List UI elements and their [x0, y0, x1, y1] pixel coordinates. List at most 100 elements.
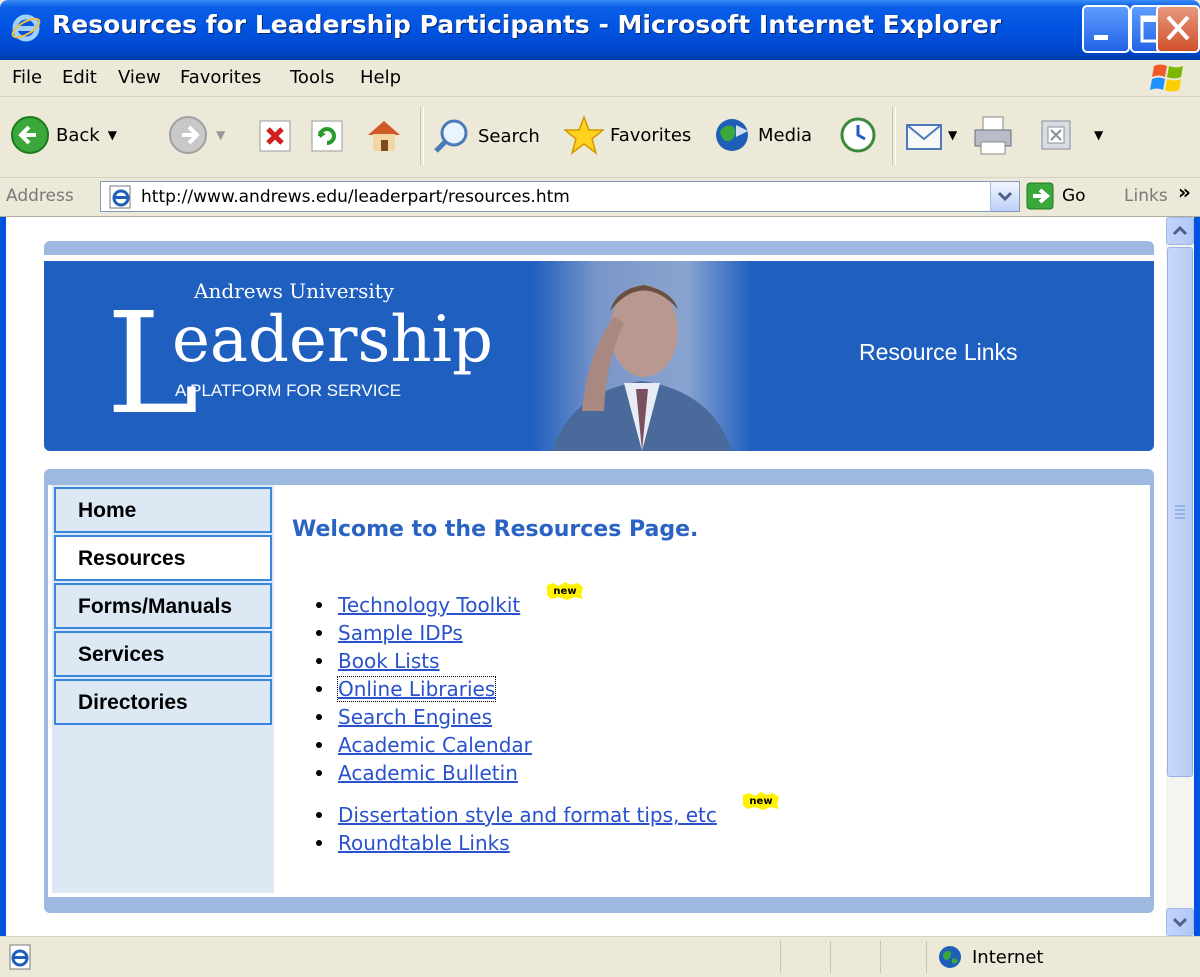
forward-arrow-icon: [169, 116, 207, 154]
list-item: Dissertation style and format tips, etc …: [316, 792, 781, 827]
list-item: Online Libraries: [316, 676, 497, 702]
links-label[interactable]: Links: [1124, 186, 1168, 206]
menu-help[interactable]: Help: [360, 67, 401, 88]
history-icon[interactable]: [838, 115, 878, 155]
go-arrow-icon: [1026, 182, 1054, 210]
scroll-down-button[interactable]: [1166, 908, 1194, 936]
list-item: Technology Toolkit new: [316, 582, 585, 617]
menu-view[interactable]: View: [118, 67, 161, 88]
logo-text: eadership: [172, 303, 493, 377]
go-label: Go: [1062, 186, 1086, 206]
menu-file[interactable]: File: [12, 67, 42, 88]
back-label: Back: [56, 124, 100, 146]
thinking-man-photo: [532, 261, 752, 451]
internet-globe-icon: [939, 946, 961, 968]
search-icon: [434, 119, 468, 153]
link-online-libraries[interactable]: Online Libraries: [336, 676, 497, 702]
address-input[interactable]: http://www.andrews.edu/leaderpart/resour…: [100, 181, 1020, 212]
back-button[interactable]: Back ▼: [10, 115, 117, 155]
sidebar-nav: Home Resources Forms/Manuals Services Di…: [52, 485, 274, 893]
university-name: Andrews University: [194, 279, 395, 303]
browser-viewport: Andrews University L eadership A PLATFOR…: [0, 217, 1200, 936]
go-button[interactable]: Go: [1026, 182, 1086, 210]
list-item: Academic Bulletin: [316, 761, 518, 785]
close-button[interactable]: [1156, 5, 1200, 53]
bullet: [316, 602, 322, 608]
print-icon[interactable]: [972, 115, 1016, 157]
logo-tagline: A PLATFORM FOR SERVICE: [175, 381, 402, 400]
link-sample-idps[interactable]: Sample IDPs: [338, 621, 463, 645]
content-top-strip: [44, 469, 1154, 485]
edit-button[interactable]: ▼: [1040, 119, 1103, 151]
mail-dropdown-icon[interactable]: ▼: [948, 128, 957, 142]
leadership-banner: Andrews University L eadership A PLATFOR…: [44, 261, 1154, 451]
status-pane: [880, 941, 881, 973]
bullet: [316, 686, 322, 692]
window-title: Resources for Leadership Participants - …: [52, 10, 1002, 39]
status-pane: [780, 941, 781, 973]
back-arrow-icon: [11, 116, 49, 154]
section-title: Resource Links: [859, 339, 1018, 365]
page-ie-icon: [109, 185, 131, 209]
link-dissertation-tips[interactable]: Dissertation style and format tips, etc: [338, 803, 717, 827]
edit-page-icon: [1041, 120, 1071, 150]
bullet: [316, 770, 322, 776]
bullet: [316, 840, 322, 846]
address-label: Address: [6, 186, 74, 206]
refresh-icon[interactable]: [310, 119, 344, 153]
link-technology-toolkit[interactable]: Technology Toolkit: [338, 593, 520, 617]
menu-favorites[interactable]: Favorites: [180, 67, 261, 88]
scroll-thumb[interactable]: [1167, 247, 1193, 777]
link-academic-bulletin[interactable]: Academic Bulletin: [338, 761, 518, 785]
forward-dropdown-icon[interactable]: ▼: [216, 128, 225, 142]
close-icon: [1166, 15, 1190, 41]
address-bar: Address http://www.andrews.edu/leaderpar…: [0, 178, 1200, 217]
windows-logo-icon: [1150, 64, 1183, 92]
ie-logo-icon: [11, 14, 41, 42]
content-box: Home Resources Forms/Manuals Services Di…: [44, 485, 1154, 897]
minimize-button[interactable]: [1082, 5, 1130, 53]
sidebar-item-services[interactable]: Services: [54, 631, 272, 677]
vertical-scrollbar[interactable]: [1166, 217, 1194, 936]
bullet: [316, 658, 322, 664]
link-roundtable-links[interactable]: Roundtable Links: [338, 831, 510, 855]
menu-tools[interactable]: Tools: [290, 67, 334, 88]
chevron-down-icon: [1172, 917, 1188, 928]
toolbar-overflow-icon[interactable]: »: [1178, 180, 1191, 204]
scroll-up-button[interactable]: [1166, 217, 1194, 245]
status-pane: [830, 941, 831, 973]
address-url: http://www.andrews.edu/leaderpart/resour…: [141, 187, 570, 207]
search-button[interactable]: Search: [432, 117, 540, 155]
media-label: Media: [758, 124, 813, 146]
sidebar-item-directories[interactable]: Directories: [54, 679, 272, 725]
banner-top-strip: [44, 241, 1154, 255]
home-icon[interactable]: [364, 115, 404, 155]
search-label: Search: [478, 125, 540, 147]
stop-icon[interactable]: [258, 119, 292, 153]
edit-dropdown-icon[interactable]: ▼: [1094, 128, 1103, 142]
status-bar: Internet: [0, 936, 1200, 977]
forward-button[interactable]: ▼: [168, 115, 225, 155]
page-content: Andrews University L eadership A PLATFOR…: [6, 217, 1166, 936]
sidebar-item-forms-manuals[interactable]: Forms/Manuals: [54, 583, 272, 629]
content-bottom-strip: [44, 897, 1154, 913]
list-item: Sample IDPs: [316, 621, 463, 645]
mail-button[interactable]: ▼: [904, 115, 957, 155]
link-search-engines[interactable]: Search Engines: [338, 705, 492, 729]
chevron-up-icon: [1172, 225, 1188, 236]
sidebar-item-resources[interactable]: Resources: [54, 535, 272, 581]
address-dropdown-button[interactable]: [990, 182, 1019, 211]
chevron-down-icon: [997, 191, 1013, 202]
link-book-lists[interactable]: Book Lists: [338, 649, 440, 673]
security-zone: Internet: [938, 945, 1043, 969]
page-status-icon: [9, 944, 31, 970]
favorites-button[interactable]: Favorites: [564, 115, 691, 155]
menu-edit[interactable]: Edit: [62, 67, 97, 88]
back-dropdown-icon[interactable]: ▼: [108, 128, 117, 142]
link-academic-calendar[interactable]: Academic Calendar: [338, 733, 532, 757]
standard-toolbar: Back ▼ ▼ Search Favorites Media ▼ ▼: [0, 97, 1200, 178]
media-button[interactable]: Media: [712, 115, 812, 155]
sidebar-item-home[interactable]: Home: [54, 487, 272, 533]
media-icon: [716, 119, 748, 151]
list-item: Search Engines: [316, 705, 492, 729]
